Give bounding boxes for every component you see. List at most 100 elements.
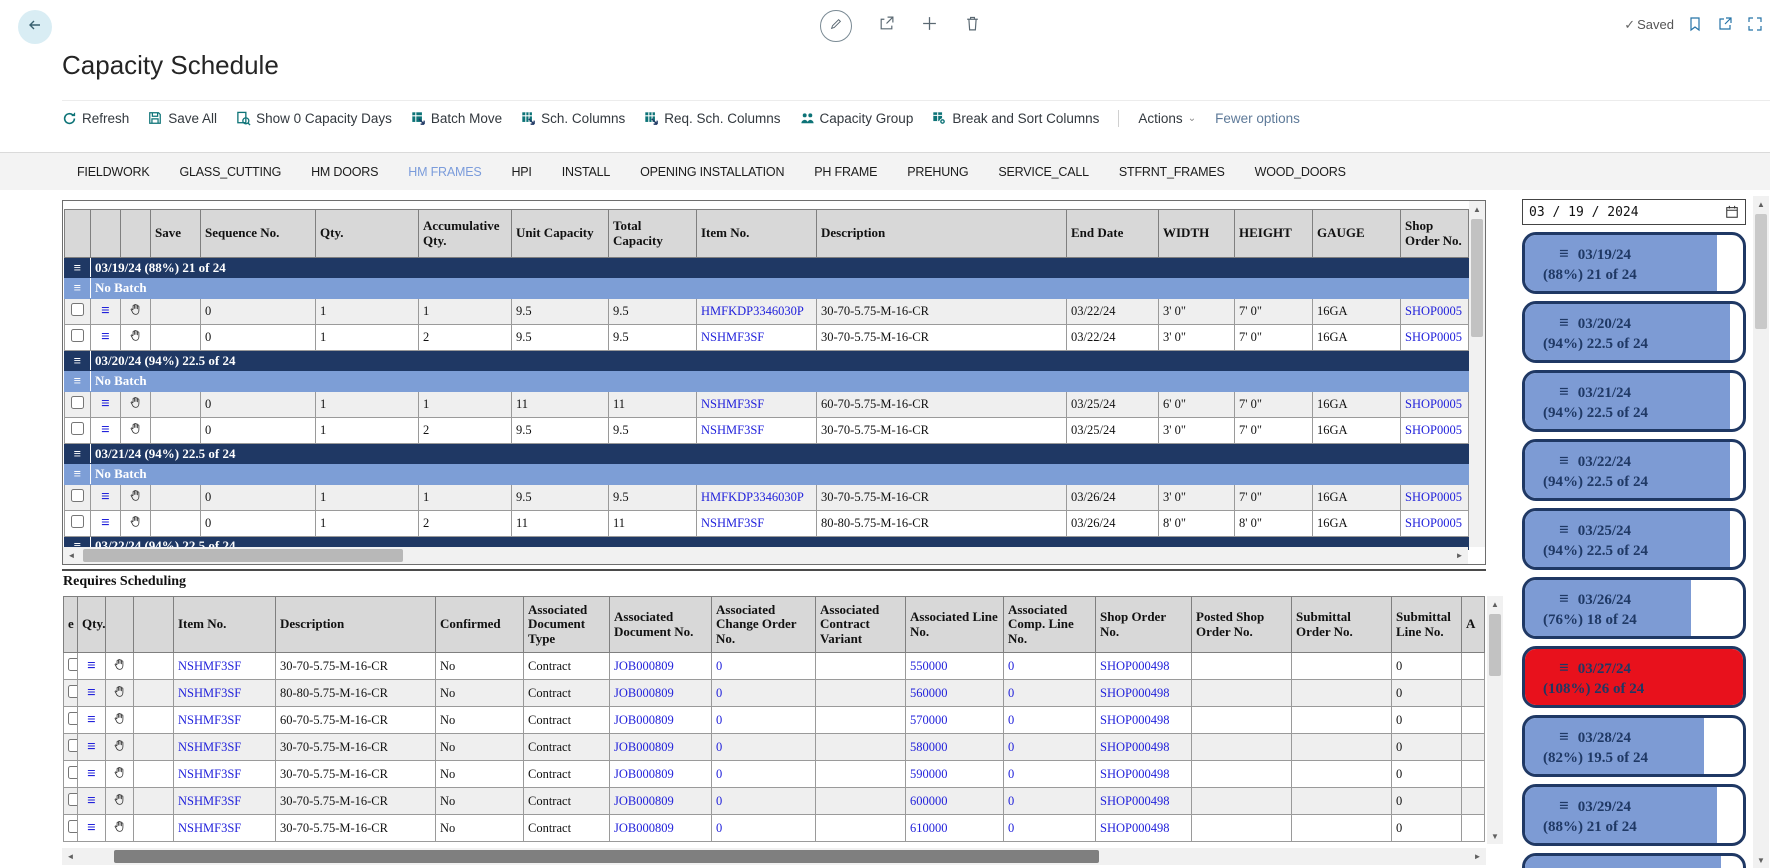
assoc-line-link[interactable]: 570000 (910, 713, 948, 727)
cell-save[interactable] (151, 299, 201, 325)
delete-icon[interactable] (964, 15, 981, 37)
assoc-doc-link[interactable]: JOB000809 (614, 713, 674, 727)
row-checkbox[interactable] (68, 739, 78, 752)
req-col-Submittal Order No.[interactable]: Submittal Order No. (1292, 597, 1392, 653)
change-order-link[interactable]: 0 (716, 713, 722, 727)
fewer-options-button[interactable]: Fewer options (1215, 111, 1300, 126)
tab-opening-installation[interactable]: OPENING INSTALLATION (625, 165, 799, 179)
card-menu-icon[interactable]: ≡ (1559, 589, 1569, 608)
card-menu-icon[interactable]: ≡ (1559, 658, 1569, 677)
capacity-card-03-26-24[interactable]: ≡03/26/24(76%) 18 of 24 (1522, 577, 1746, 639)
drag-handle-icon[interactable] (121, 325, 151, 351)
cell-sequence[interactable]: 0 (201, 325, 316, 351)
calendar-icon[interactable] (1725, 205, 1739, 219)
requires-horizontal-scrollbar[interactable]: ◄ ► (62, 848, 1486, 865)
shop-order-link[interactable]: SHOP0005 (1405, 423, 1462, 437)
req-col-Submittal Line No.[interactable]: Submittal Line No. (1392, 597, 1462, 653)
tab-hpi[interactable]: HPI (496, 165, 546, 179)
comp-line-link[interactable]: 0 (1008, 794, 1014, 808)
cell-sequence[interactable]: 0 (201, 485, 316, 511)
req-col-Associated Line No.[interactable]: Associated Line No. (906, 597, 1004, 653)
row-checkbox[interactable] (71, 422, 84, 435)
card-menu-icon[interactable]: ≡ (1559, 796, 1569, 815)
row-checkbox[interactable] (71, 329, 84, 342)
capacity-card-03-19-24[interactable]: ≡03/19/24(88%) 21 of 24 (1522, 232, 1746, 294)
row-menu-icon[interactable]: ≡ (78, 680, 106, 707)
req-col-Confirmed[interactable]: Confirmed (436, 597, 524, 653)
change-order-link[interactable]: 0 (716, 686, 722, 700)
sched-col-HEIGHT[interactable]: HEIGHT (1235, 210, 1313, 258)
req-col-Item No.[interactable]: Item No. (174, 597, 276, 653)
item-no-link[interactable]: NSHMF3SF (178, 713, 241, 727)
item-no-link[interactable]: HMFKDP3346030P (701, 304, 804, 318)
row-menu-icon[interactable]: ≡ (91, 325, 121, 351)
change-order-link[interactable]: 0 (716, 767, 722, 781)
drag-handle-icon[interactable] (106, 707, 134, 734)
shop-order-link[interactable]: SHOP000498 (1100, 659, 1169, 673)
item-no-link[interactable]: NSHMF3SF (701, 397, 764, 411)
card-menu-icon[interactable]: ≡ (1559, 244, 1569, 263)
share-icon[interactable] (878, 15, 895, 37)
assoc-line-link[interactable]: 550000 (910, 659, 948, 673)
shop-order-link[interactable]: SHOP000498 (1100, 767, 1169, 781)
drag-handle-icon[interactable] (121, 299, 151, 325)
cell-save[interactable] (151, 325, 201, 351)
change-order-link[interactable]: 0 (716, 659, 722, 673)
sched-col-Save[interactable]: Save (151, 210, 201, 258)
row-menu-icon[interactable]: ≡ (78, 788, 106, 815)
capacity-card-03-25-24[interactable]: ≡03/25/24(94%) 22.5 of 24 (1522, 508, 1746, 570)
sched-col-Total Capacity[interactable]: Total Capacity (609, 210, 697, 258)
sched-col-icon-0[interactable] (65, 210, 91, 258)
item-no-link[interactable]: NSHMF3SF (701, 516, 764, 530)
comp-line-link[interactable]: 0 (1008, 767, 1014, 781)
assoc-line-link[interactable]: 580000 (910, 740, 948, 754)
capacity-card-03-27-24[interactable]: ≡03/27/24(108%) 26 of 24 (1522, 646, 1746, 708)
shop-order-link[interactable]: SHOP0005 (1405, 397, 1462, 411)
sched-col-Qty.[interactable]: Qty. (316, 210, 419, 258)
sched-col-Item No.[interactable]: Item No. (697, 210, 817, 258)
assoc-doc-link[interactable]: JOB000809 (614, 659, 674, 673)
row-menu-icon[interactable]: ≡ (78, 815, 106, 842)
cell-save[interactable] (151, 418, 201, 444)
tab-install[interactable]: INSTALL (547, 165, 625, 179)
drag-handle-icon[interactable] (106, 815, 134, 842)
tab-glass-cutting[interactable]: GLASS_CUTTING (165, 165, 297, 179)
row-checkbox[interactable] (68, 820, 78, 833)
shop-order-link[interactable]: SHOP0005 (1405, 330, 1462, 344)
req-col-Associated Document No.[interactable]: Associated Document No. (610, 597, 712, 653)
drag-handle-icon[interactable] (106, 761, 134, 788)
toolbar-button-break-and-sort-columns[interactable]: Break and Sort Columns (932, 111, 1099, 126)
tab-prehung[interactable]: PREHUNG (892, 165, 983, 179)
item-no-link[interactable]: NSHMF3SF (701, 330, 764, 344)
toolbar-button-capacity-group[interactable]: Capacity Group (800, 111, 914, 126)
drag-handle-icon[interactable] (121, 485, 151, 511)
comp-line-link[interactable]: 0 (1008, 713, 1014, 727)
change-order-link[interactable]: 0 (716, 740, 722, 754)
change-order-link[interactable]: 0 (716, 821, 722, 835)
row-checkbox[interactable] (68, 658, 78, 671)
assoc-doc-link[interactable]: JOB000809 (614, 740, 674, 754)
bookmark-icon[interactable] (1687, 16, 1704, 33)
sched-col-End Date[interactable]: End Date (1067, 210, 1159, 258)
req-col-Description[interactable]: Description (276, 597, 436, 653)
cell-sequence[interactable]: 0 (201, 418, 316, 444)
row-checkbox[interactable] (68, 766, 78, 779)
sched-col-Unit Capacity[interactable]: Unit Capacity (512, 210, 609, 258)
toolbar-button-batch-move[interactable]: Batch Move (411, 111, 502, 126)
shop-order-link[interactable]: SHOP0005 (1405, 304, 1462, 318)
drag-handle-icon[interactable] (106, 680, 134, 707)
cell-sequence[interactable]: 0 (201, 299, 316, 325)
comp-line-link[interactable]: 0 (1008, 659, 1014, 673)
toolbar-button-save-all[interactable]: Save All (148, 111, 217, 126)
row-checkbox[interactable] (71, 489, 84, 502)
cell-save[interactable] (151, 511, 201, 537)
edit-button[interactable] (820, 10, 852, 42)
tab-hm-frames[interactable]: HM FRAMES (393, 165, 496, 179)
group-menu-icon[interactable]: ≡ (65, 444, 91, 464)
capacity-card-03-21-24[interactable]: ≡03/21/24(94%) 22.5 of 24 (1522, 370, 1746, 432)
tab-fieldwork[interactable]: FIELDWORK (62, 165, 165, 179)
toolbar-button-show-0-capacity-days[interactable]: Show 0 Capacity Days (236, 111, 392, 126)
row-menu-icon[interactable]: ≡ (91, 392, 121, 418)
row-checkbox[interactable] (68, 712, 78, 725)
capacity-date-input[interactable]: 03 / 19 / 2024 (1522, 199, 1746, 225)
